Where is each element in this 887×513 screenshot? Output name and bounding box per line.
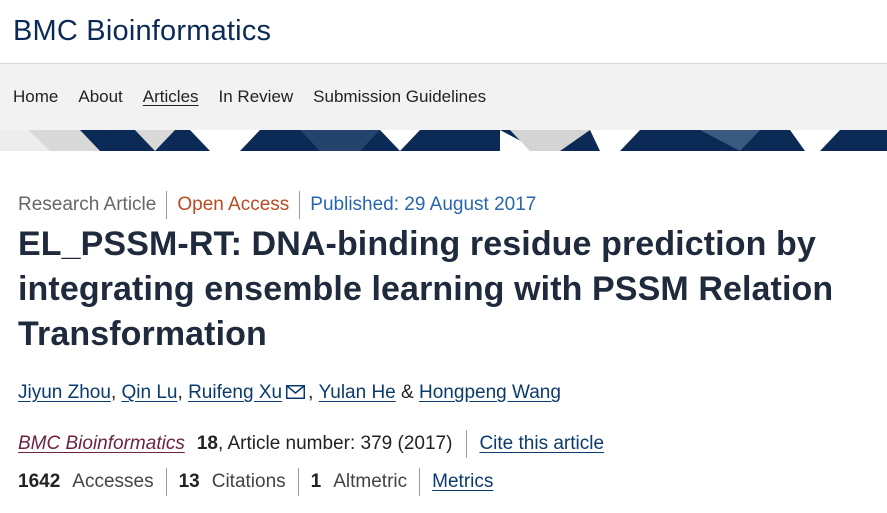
divider — [466, 430, 468, 458]
citations-label: Citations — [211, 471, 286, 492]
mail-icon[interactable] — [286, 383, 306, 399]
divider — [165, 468, 167, 496]
banner-pattern — [0, 130, 887, 151]
divider — [297, 468, 299, 496]
author-link[interactable]: Yulan He — [319, 382, 396, 404]
author-link[interactable]: Qin Lu — [122, 382, 178, 404]
site-header: BMC Bioinformatics — [0, 0, 887, 64]
article-meta: Research Article Open Access Published: … — [18, 190, 869, 220]
author-separator: , — [308, 382, 314, 403]
author-separator: , — [177, 382, 183, 403]
author-link[interactable]: Ruifeng Xu — [188, 382, 282, 404]
nav-about[interactable]: About — [78, 87, 122, 107]
decorative-banner — [0, 130, 887, 151]
author-joiner: & — [401, 382, 414, 403]
nav-submission-guidelines[interactable]: Submission Guidelines — [313, 87, 486, 107]
divider — [419, 468, 421, 496]
nav-articles[interactable]: Articles — [143, 87, 199, 107]
nav-in-review[interactable]: In Review — [219, 87, 294, 107]
main-nav: Home About Articles In Review Submission… — [0, 64, 887, 130]
article-number: , Article number: 379 (2017) — [217, 433, 453, 454]
author-link[interactable]: Jiyun Zhou — [18, 382, 111, 404]
nav-home[interactable]: Home — [13, 87, 58, 107]
citation-line: BMC Bioinformatics 18 , Article number: … — [18, 429, 869, 459]
author-separator: , — [110, 382, 117, 403]
open-access-badge: Open Access — [166, 191, 299, 219]
journal-logo-title[interactable]: BMC Bioinformatics — [13, 15, 271, 48]
accesses-count: 1642 — [18, 471, 61, 492]
cite-this-article-link[interactable]: Cite this article — [479, 433, 604, 455]
journal-link[interactable]: BMC Bioinformatics — [18, 433, 185, 455]
metrics-line: 1642 Accesses 13 Citations 1 Altmetric M… — [18, 467, 869, 497]
volume-number: 18 — [196, 433, 218, 454]
published-date: Published: 29 August 2017 — [299, 191, 546, 219]
metrics-link[interactable]: Metrics — [432, 471, 493, 493]
citations-count: 13 — [178, 471, 200, 492]
altmetric-label: Altmetric — [333, 471, 408, 492]
author-link[interactable]: Hongpeng Wang — [419, 382, 561, 404]
article-type: Research Article — [18, 194, 157, 215]
altmetric-score: 1 — [310, 471, 322, 492]
article-title: EL_PSSM-RT: DNA-binding residue predicti… — [18, 225, 834, 353]
accesses-label: Accesses — [72, 471, 154, 492]
article-header: Research Article Open Access Published: … — [0, 190, 887, 497]
author-list: Jiyun Zhou, Qin Lu, Ruifeng Xu , Yulan H… — [18, 382, 869, 404]
